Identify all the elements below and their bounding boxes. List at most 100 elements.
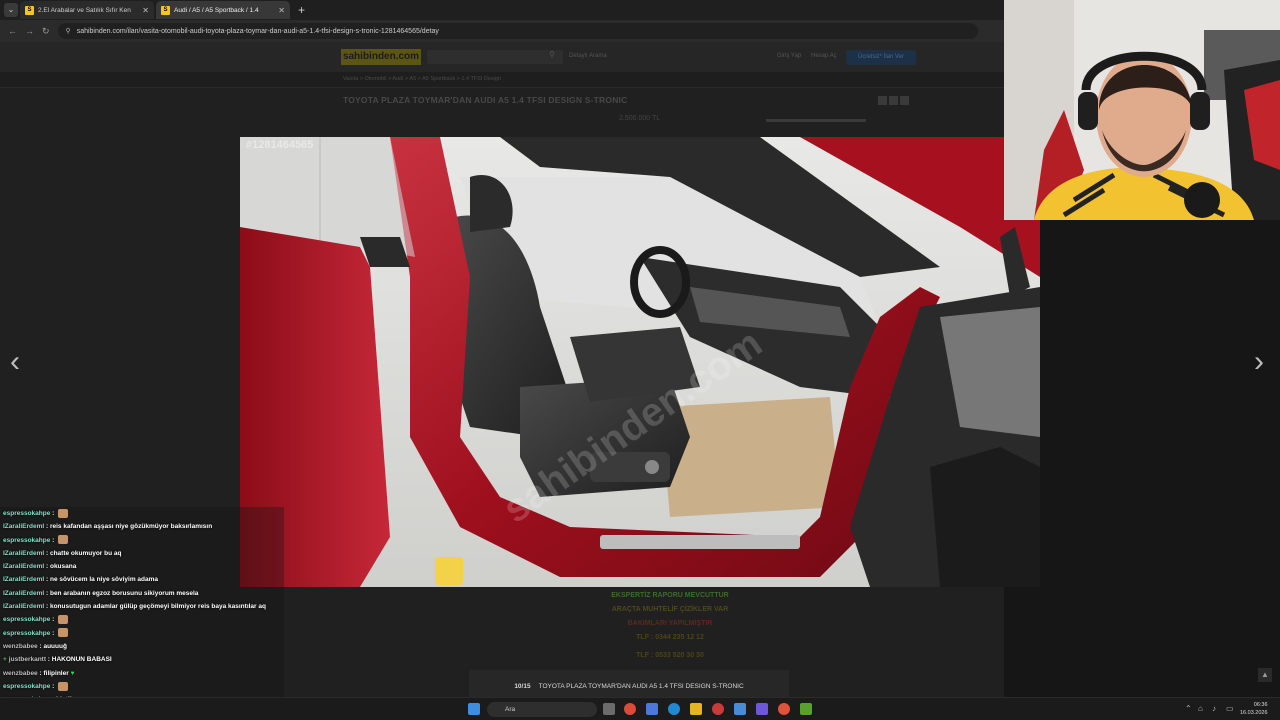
chat-text: reis kafandan aşşası niye gözükmüyor bak…: [49, 523, 213, 531]
windows-icon[interactable]: [468, 703, 480, 715]
chat-username[interactable]: espressokahpe: [3, 537, 50, 544]
network-icon[interactable]: ⌂: [1198, 704, 1203, 713]
webcam-feed: [1004, 0, 1280, 220]
tab-audi-listing[interactable]: S Audi / A5 / A5 Sportback / 1.4 ✕: [156, 1, 290, 19]
app-icon[interactable]: [712, 703, 724, 715]
url-text: sahibinden.com/ilan/vasita-otomobil-audi…: [76, 27, 439, 35]
back-arrow-icon[interactable]: ←: [8, 26, 17, 36]
next-photo-arrow-icon[interactable]: ›: [1254, 347, 1264, 377]
app-icon[interactable]: [734, 703, 746, 715]
chat-separator: :: [50, 616, 57, 624]
tab-title: 2.El Arabalar ve Satılık Sıfır Ken: [38, 6, 131, 14]
site-info-icon[interactable]: ⚲: [66, 27, 71, 35]
chat-text: ben arabanın egzoz borusunu sikiyorum me…: [49, 589, 199, 597]
chat-message: espressokahpe :: [0, 613, 284, 626]
taskbar-search-input[interactable]: Ara: [487, 702, 597, 717]
car-photo-illustration: sahibinden.com: [240, 137, 1040, 587]
green-heart-icon: ♥: [70, 669, 75, 677]
volume-icon[interactable]: ♪: [1212, 704, 1216, 713]
car-interior-photo[interactable]: sahibinden.com #1281464565: [240, 137, 1040, 587]
sahibinden-favicon-icon: S: [161, 5, 170, 15]
scroll-top-button[interactable]: ▲: [1258, 668, 1272, 682]
tab-close-icon[interactable]: ✕: [142, 6, 149, 15]
system-clock[interactable]: 06:36 16.03.2026: [1240, 701, 1268, 717]
tab-sahibinden-home[interactable]: S 2.El Arabalar ve Satılık Sıfır Ken ✕: [20, 1, 154, 19]
screen: ⌄ S 2.El Arabalar ve Satılık Sıfır Ken ✕…: [0, 0, 1280, 720]
tab-close-icon[interactable]: ✕: [278, 6, 285, 15]
chat-message: IZaraliErdemI : chatte okumuyor bu aq: [0, 547, 284, 560]
chat-username[interactable]: espressokahpe: [3, 683, 50, 690]
photo-caption-text: TOYOTA PLAZA TOYMAR'DAN AUDI A5 1.4 TFSI…: [538, 683, 744, 690]
chat-text: HAKONUN BABASI: [51, 656, 112, 664]
battery-icon[interactable]: ▭: [1226, 704, 1234, 713]
chat-text: filipinler: [43, 669, 69, 677]
chat-text: konusutugun adamlar gülüp geçömeyi bilmi…: [49, 603, 266, 611]
chat-message: IZaraliErdemI : okusana: [0, 560, 284, 573]
photo-counter: 10/15: [514, 683, 531, 690]
app-icon[interactable]: [646, 703, 658, 715]
streamer-webcam-image: [1004, 0, 1280, 220]
chat-username[interactable]: espressokahpe: [3, 510, 50, 517]
sahibinden-favicon-icon: S: [25, 5, 34, 15]
chat-message: IZaraliErdemI : ben arabanın egzoz borus…: [0, 587, 284, 600]
chat-badge-icon: +: [3, 656, 7, 664]
chat-username[interactable]: IZaraliErdemI: [3, 590, 44, 597]
photo-caption: 10/15 TOYOTA PLAZA TOYMAR'DAN AUDI A5 1.4…: [469, 683, 789, 690]
chat-separator: :: [50, 510, 57, 517]
chat-username[interactable]: espressokahpe: [3, 630, 50, 637]
chat-username[interactable]: IZaraliErdemI: [3, 603, 44, 610]
chat-username[interactable]: IZaraliErdemI: [3, 563, 44, 570]
chat-emote-icon: [58, 535, 69, 545]
chat-username[interactable]: IZaraliErdemI: [3, 523, 44, 530]
chat-separator: :: [50, 536, 57, 544]
chat-username[interactable]: wenzbabee: [3, 670, 38, 677]
url-field[interactable]: ⚲ sahibinden.com/ilan/vasita-otomobil-au…: [57, 23, 978, 39]
file-explorer-icon[interactable]: [690, 703, 702, 715]
forward-arrow-icon[interactable]: →: [25, 26, 34, 36]
previous-photo-arrow-icon[interactable]: ‹: [10, 347, 20, 377]
chat-separator: :: [50, 682, 57, 690]
chat-username[interactable]: espressokahpe: [3, 616, 50, 623]
chat-emote-icon: [58, 681, 69, 691]
app-icon[interactable]: [800, 703, 812, 715]
reload-icon[interactable]: ↻: [42, 26, 50, 37]
chat-username[interactable]: justberkantt: [9, 656, 46, 663]
chat-message: IZaraliErdemI : reis kafandan aşşası niy…: [0, 520, 284, 533]
chat-text: auuuuğ: [43, 642, 67, 650]
chat-message: espressokahpe :: [0, 507, 284, 520]
chat-message: IZaraliErdemI : konusutugun adamlar gülü…: [0, 600, 284, 613]
chrome-icon[interactable]: [778, 703, 790, 715]
new-tab-button[interactable]: +: [292, 3, 311, 17]
chat-emote-icon: [58, 628, 69, 638]
chat-message: wenzbabee : filipinler ♥: [0, 667, 284, 680]
chat-message: espressokahpe :: [0, 627, 284, 640]
chat-username[interactable]: IZaraliErdemI: [3, 550, 44, 557]
chat-username[interactable]: IZaraliErdemI: [3, 576, 44, 583]
chat-message: IZaraliErdemI : ne sövücem la niye söviy…: [0, 573, 284, 586]
chat-username[interactable]: wenzbabee: [3, 643, 38, 650]
chat-text: okusana: [49, 563, 77, 571]
edge-icon[interactable]: [668, 703, 680, 715]
browser-tab-bar: ⌄ S 2.El Arabalar ve Satılık Sıfır Ken ✕…: [0, 0, 1004, 20]
chat-message: espressokahpe :: [0, 680, 284, 693]
windows-taskbar: ⚲ Ara ⌃ ⌂ ♪ ▭ 06:36 16.03.2026: [0, 697, 1280, 720]
chat-separator: :: [50, 629, 57, 637]
discord-icon[interactable]: [756, 703, 768, 715]
address-bar-row: ← → ↻ ⚲ sahibinden.com/ilan/vasita-otomo…: [0, 20, 1004, 42]
chat-text: ne sövücem la niye söviyim adama: [49, 576, 158, 584]
clock-time: 06:36: [1253, 702, 1268, 708]
photo-id-overlay: #1281464565: [246, 139, 314, 151]
chat-message: wenzbabee : auuuuğ: [0, 640, 284, 653]
task-view-icon[interactable]: [603, 703, 615, 715]
chat-text: chatte okumuyor bu aq: [49, 549, 122, 557]
chat-message: + justberkantt : HAKONUN BABASI: [0, 653, 284, 666]
tab-search-icon[interactable]: ⌄: [4, 3, 18, 17]
chevron-up-icon[interactable]: ⌃: [1185, 704, 1192, 713]
tab-title: Audi / A5 / A5 Sportback / 1.4: [174, 6, 259, 14]
app-icon[interactable]: [624, 703, 636, 715]
clock-date: 16.03.2026: [1240, 710, 1268, 716]
chat-emote-icon: [58, 508, 69, 518]
chat-emote-icon: [58, 615, 69, 625]
chat-message: espressokahpe :: [0, 534, 284, 547]
stream-chat: espressokahpe : IZaraliErdemI : reis kaf…: [0, 507, 284, 720]
